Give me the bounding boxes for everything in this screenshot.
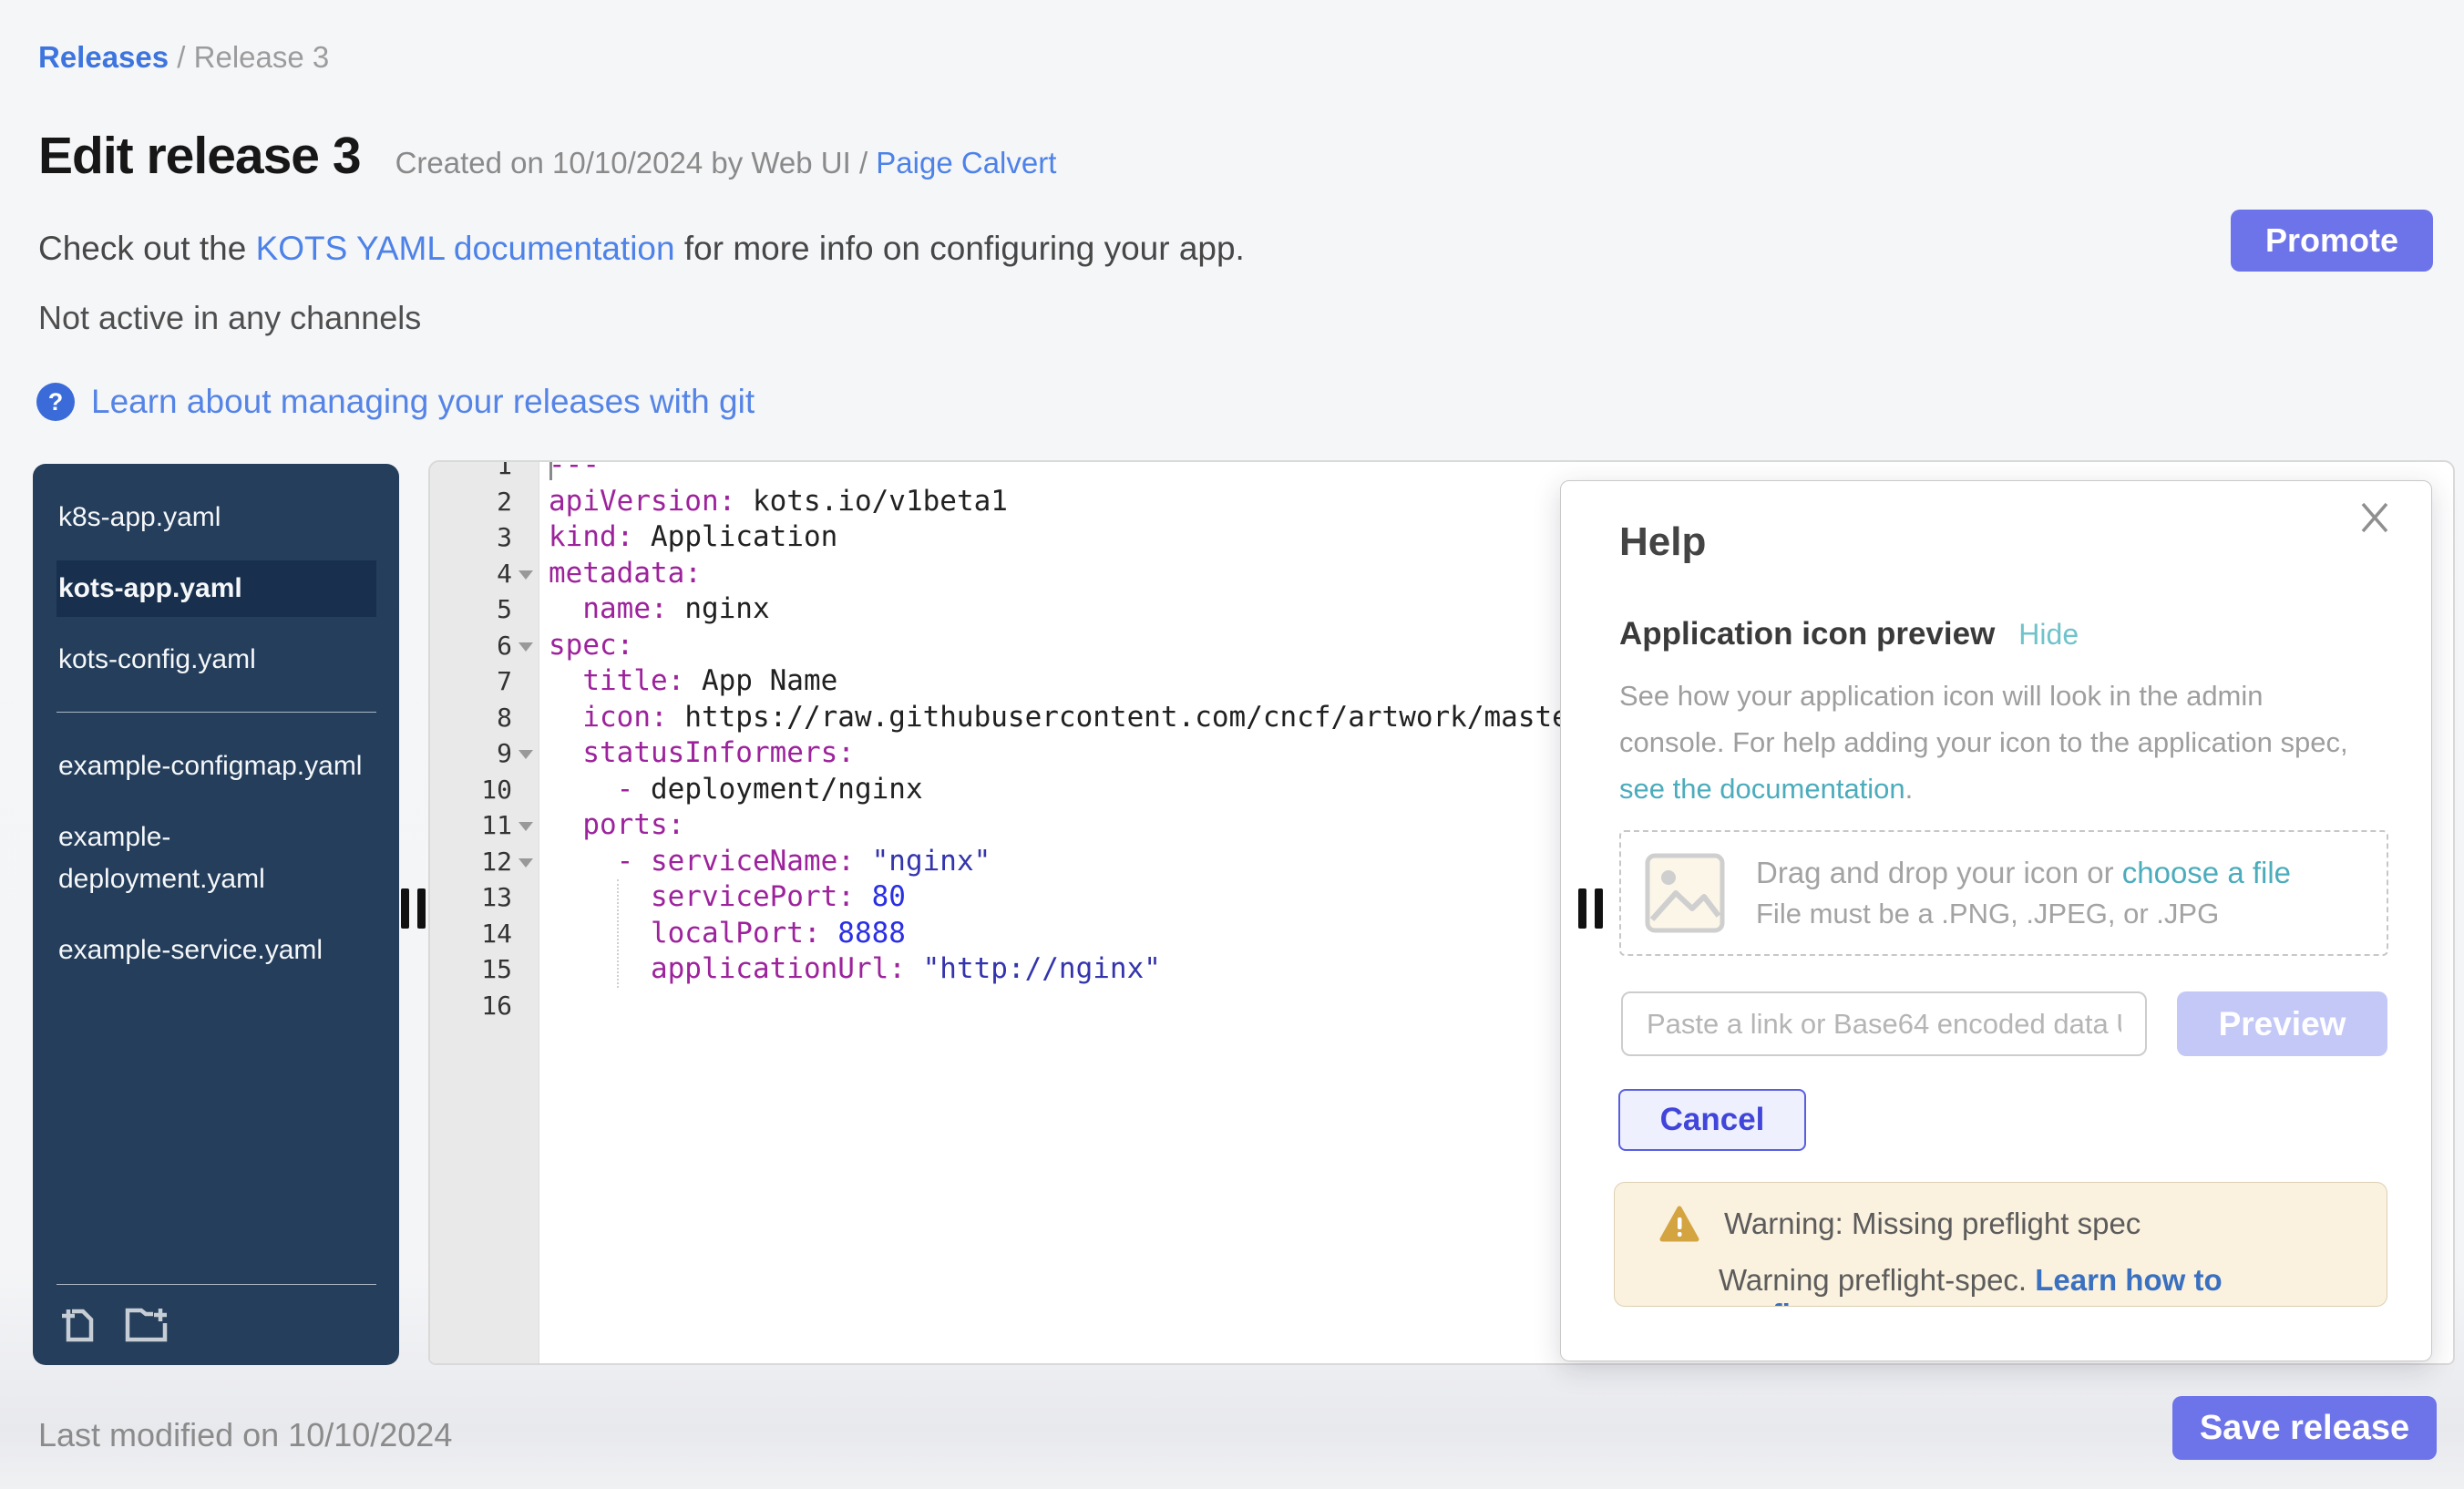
cancel-button[interactable]: Cancel [1618,1089,1806,1151]
file-sidebar: k8s-app.yaml kots-app.yaml kots-config.yam… [33,464,399,1365]
editor-resize-handle-right[interactable] [1578,888,1604,929]
breadcrumb-separator: / [177,40,193,74]
created-info: Created on 10/10/2024 by Web UI / Paige … [395,146,1057,180]
line-number: 16 [430,988,512,1024]
hide-link[interactable]: Hide [2018,618,2079,652]
sidebar-item-kots-app-yaml[interactable]: kots-app.yaml [56,560,376,617]
indent-guide [617,879,619,988]
warning-text: Warning: Missing preflight spec [1724,1207,2141,1241]
fold-spacer [512,460,539,484]
line-number: 11 [430,807,512,844]
line-number: 13 [430,879,512,916]
dropzone-text: Drag and drop your icon or choose a file… [1756,856,2291,930]
fold-spacer [512,663,539,700]
dropzone-filetypes: File must be a .PNG, .JPEG, or .JPG [1756,898,2291,930]
warning-detail-text: Warning preflight-spec. [1719,1263,2035,1297]
line-number: 8 [430,700,512,736]
fold-caret-icon[interactable] [512,556,539,592]
sidebar-item-k8s-app-yaml[interactable]: k8s-app.yaml [56,489,376,546]
sidebar-item-example-deployment-yaml[interactable]: example-deployment.yaml [56,809,376,908]
new-file-icon [56,1303,98,1345]
new-folder-button[interactable] [120,1303,171,1345]
doc-info-line: Check out the KOTS YAML documentation fo… [38,230,1245,268]
line-number: 9 [430,735,512,772]
fold-spacer [512,879,539,916]
git-releases-link[interactable]: Learn about managing your releases with … [91,383,755,421]
sidebar-item-example-service-yaml[interactable]: example-service.yaml [56,922,376,979]
fold-spacer [512,916,539,952]
line-number: 6 [430,628,512,664]
kots-yaml-doc-link[interactable]: KOTS YAML documentation [256,230,675,267]
channel-status: Not active in any channels [38,299,421,337]
doc-info-prefix: Check out the [38,230,256,267]
fold-caret-icon[interactable] [512,844,539,880]
editor-resize-handle-left[interactable] [401,888,426,929]
new-file-button[interactable] [56,1303,98,1345]
git-help-row: ? Learn about managing your releases wit… [36,383,755,421]
fold-spacer [512,591,539,628]
see-documentation-link[interactable]: see the documentation [1619,773,1905,805]
description-period: . [1905,773,1914,805]
description-text: See how your application icon will look … [1619,680,2348,758]
line-number: 12 [430,844,512,880]
question-icon: ? [36,383,75,421]
sidebar-divider [56,712,376,713]
help-title: Help [1619,519,1706,565]
line-number: 14 [430,916,512,952]
created-text: Created on 10/10/2024 by Web UI / [395,146,877,180]
icon-dropzone[interactable]: Drag and drop your icon or choose a file… [1619,830,2388,956]
icon-preview-description: See how your application icon will look … [1619,673,2376,812]
line-number: 4 [430,556,512,592]
fold-spacer [512,700,539,736]
doc-info-suffix: for more info on configuring your app. [675,230,1245,267]
choose-file-link[interactable]: choose a file [2122,856,2291,889]
sidebar-item-example-configmap-yaml[interactable]: example-configmap.yaml [56,738,376,795]
title-row: Edit release 3 Created on 10/10/2024 by … [38,126,1056,186]
line-number: 7 [430,663,512,700]
fold-spacer [512,951,539,988]
sidebar-actions [56,1284,376,1345]
fold-spacer [512,772,539,808]
line-number: 15 [430,951,512,988]
preflight-warning: Warning: Missing preflight spec Warning … [1614,1182,2387,1307]
warning-icon [1658,1205,1700,1243]
last-modified-text: Last modified on 10/10/2024 [38,1416,452,1454]
fold-caret-icon[interactable] [512,807,539,844]
line-number: 5 [430,591,512,628]
author-link[interactable]: Paige Calvert [876,146,1056,180]
new-folder-icon [120,1303,171,1345]
editor-cursor [549,460,552,480]
warning-detail: Warning preflight-spec. Learn how to con… [1719,1263,2359,1307]
line-number: 2 [430,484,512,520]
icon-url-input[interactable] [1621,991,2147,1056]
breadcrumb: Releases / Release 3 [38,40,329,75]
icon-preview-title: Application icon preview [1619,616,1995,652]
fold-spacer [512,484,539,520]
breadcrumb-releases-link[interactable]: Releases [38,40,169,74]
line-number: 1 [430,460,512,484]
fold-spacer [512,988,539,1024]
fold-caret-icon[interactable] [512,628,539,664]
page-title: Edit release 3 [38,126,361,186]
save-release-button[interactable]: Save release [2172,1396,2437,1460]
fold-spacer [512,519,539,556]
edit-release-page: Releases / Release 3 Edit release 3 Crea… [0,0,2464,1489]
help-panel: Help Application icon preview Hide See h… [1560,480,2432,1361]
promote-button[interactable]: Promote [2231,210,2433,272]
file-list: k8s-app.yaml kots-app.yaml kots-config.yam… [33,489,399,979]
close-icon [2355,498,2395,538]
breadcrumb-current: Release 3 [194,40,330,74]
help-close-button[interactable] [2355,498,2395,538]
sidebar-item-kots-config-yaml[interactable]: kots-config.yaml [56,632,376,688]
line-number: 3 [430,519,512,556]
dropzone-prompt: Drag and drop your icon or [1756,856,2122,889]
fold-caret-icon[interactable] [512,735,539,772]
icon-preview-section-header: Application icon preview Hide [1619,616,2079,652]
image-placeholder-icon [1645,852,1725,934]
line-number: 10 [430,772,512,808]
preview-button[interactable]: Preview [2177,991,2387,1056]
